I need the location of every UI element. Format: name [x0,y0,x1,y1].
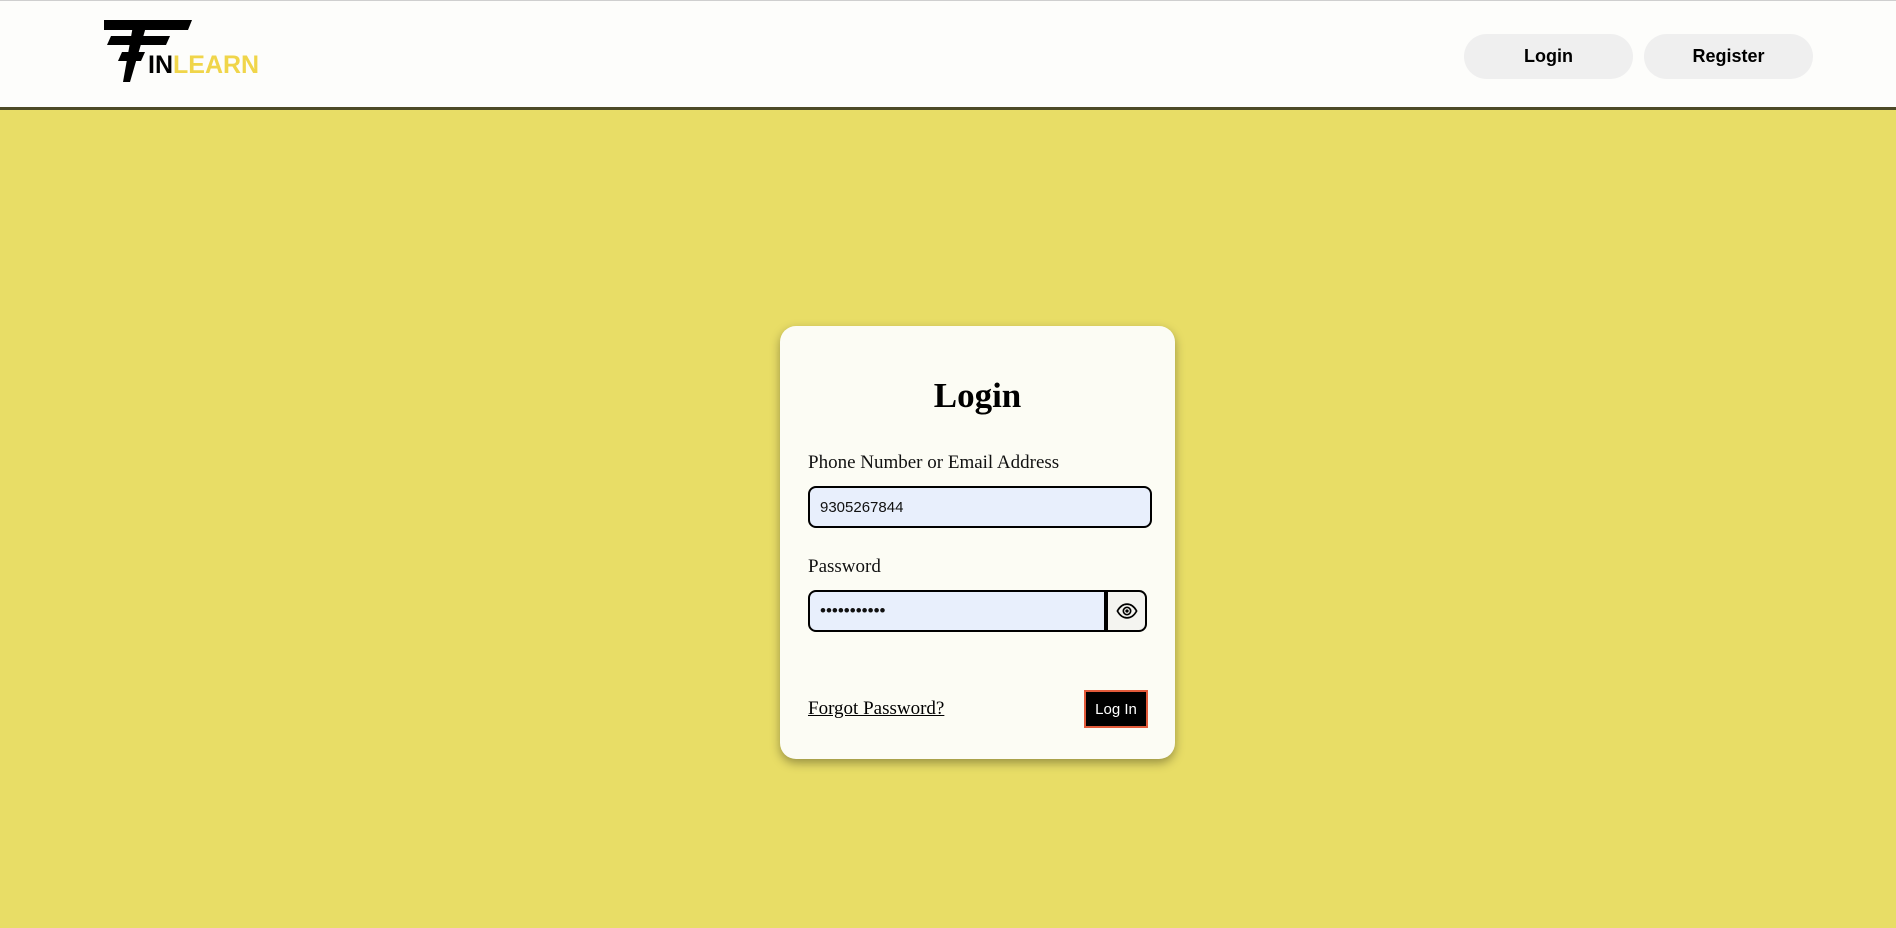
forgot-password-link[interactable]: Forgot Password? [808,699,944,718]
login-card: Login Phone Number or Email Address 9305… [780,326,1175,759]
site-header: INLEARN Login Register [0,0,1896,110]
username-label: Phone Number or Email Address [808,452,1060,473]
login-title: Login [933,376,1022,415]
header-register-button[interactable]: Register [1644,34,1813,79]
password-input[interactable]: ••••••••••• [808,590,1106,632]
eye-icon [1115,603,1138,619]
finlearn-logo[interactable]: INLEARN [104,20,259,84]
log-in-button[interactable]: Log In [1084,690,1148,728]
show-password-button[interactable] [1106,590,1147,632]
password-label: Password [808,556,881,577]
logo-wordmark: INLEARN [148,53,259,78]
username-input[interactable]: 9305267844 [808,486,1152,528]
logo-text-in: IN [148,51,173,79]
header-login-button[interactable]: Login [1464,34,1633,79]
logo-text-learn: LEARN [173,51,260,79]
